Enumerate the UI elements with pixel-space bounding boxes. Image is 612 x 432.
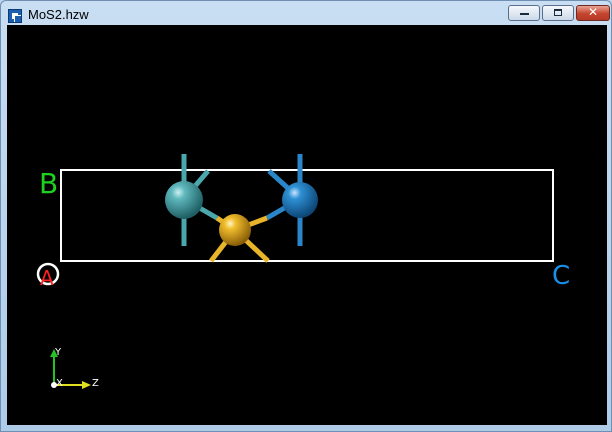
axis-x-label: X (56, 378, 63, 389)
axis-z-label: Z (92, 378, 99, 389)
cell-label-c: C (552, 261, 570, 291)
minimize-button[interactable] (508, 5, 540, 21)
app-icon[interactable] (8, 9, 22, 23)
close-button[interactable]: ✕ (576, 5, 610, 21)
close-icon: ✕ (587, 5, 599, 19)
structure-canvas[interactable]: B A C Y X Z (7, 25, 607, 425)
cell-label-a: A (40, 266, 54, 290)
axis-y-label: Y (54, 347, 62, 358)
title-bar[interactable]: MoS2.hzw ✕ (1, 1, 611, 25)
structure-viewport[interactable]: B A C Y X Z (7, 25, 607, 425)
window-title: MoS2.hzw (28, 7, 89, 22)
application-window: MoS2.hzw ✕ B A C Y X Z (0, 0, 612, 432)
atom-teal[interactable] (165, 181, 203, 219)
axes-triad: Y X Z (50, 347, 99, 389)
cell-label-b: B (39, 167, 58, 200)
origin-marker: A (36, 262, 60, 290)
atom-gold[interactable] (219, 214, 251, 246)
maximize-button[interactable] (542, 5, 574, 21)
minimize-icon (520, 13, 529, 15)
restore-icon (554, 9, 562, 16)
atom-blue[interactable] (282, 182, 318, 218)
